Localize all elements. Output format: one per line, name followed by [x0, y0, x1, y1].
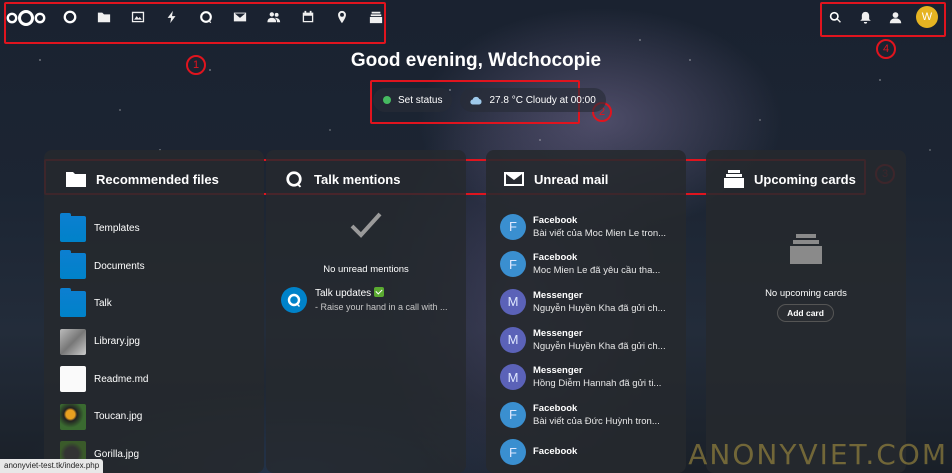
- unread-mail-panel: Unread mail F Facebook Bài viết của Moc M…: [486, 150, 686, 473]
- set-status-button[interactable]: Set status: [373, 88, 453, 112]
- status-row: Set status 27.8 °C Cloudy at 00:00: [373, 88, 606, 112]
- mail-icon: [504, 172, 524, 186]
- mail-item[interactable]: F Facebook: [500, 434, 686, 472]
- mail-item[interactable]: M Messenger Nguyễn Huyền Kha đã gửi ch...: [500, 283, 686, 321]
- talk-item-subtitle: - Raise your hand in a call with ...: [315, 302, 448, 312]
- mail-subject: Bài viết của Moc Mien Le tron...: [533, 227, 667, 239]
- sender-avatar: F: [500, 401, 526, 428]
- mail-sender: Messenger: [533, 289, 583, 301]
- mail-sender: Facebook: [533, 252, 578, 264]
- talk-mentions-title: Talk mentions: [314, 171, 401, 187]
- file-name: Documents: [94, 260, 145, 272]
- mail-item[interactable]: F Facebook Bài viết của Moc Mien Le tron.…: [500, 208, 686, 246]
- mail-item[interactable]: M Messenger Hồng Diễm Hannah đã gửi ti...: [500, 358, 686, 396]
- watermark: ANONYVIET.COM: [688, 438, 948, 471]
- mail-sender: Messenger: [533, 327, 583, 339]
- sender-avatar: F: [500, 251, 526, 278]
- deck-empty-icon: [790, 234, 822, 264]
- mail-subject: Moc Mien Le đã yêu cầu tha...: [533, 265, 661, 277]
- annotation-box-4: [820, 2, 946, 37]
- file-name: Readme.md: [94, 373, 149, 385]
- folder-icon: [60, 250, 86, 280]
- file-name: Templates: [94, 223, 140, 235]
- recommended-files-header: Recommended files: [66, 170, 219, 188]
- mail-subject: Nguyễn Huyền Kha đã gửi ch...: [533, 302, 666, 314]
- sender-avatar: F: [500, 213, 526, 240]
- mail-item[interactable]: F Facebook Moc Mien Le đã yêu cầu tha...: [500, 246, 686, 284]
- weather-label: 27.8 °C Cloudy at 00:00: [489, 94, 596, 106]
- file-item[interactable]: Readme.md: [60, 360, 250, 398]
- sender-avatar: M: [500, 364, 526, 391]
- mail-subject: Nguyễn Huyền Kha đã gửi ch...: [533, 340, 666, 352]
- sender-avatar: F: [500, 439, 526, 466]
- file-item[interactable]: Toucan.jpg: [60, 398, 250, 436]
- mail-subject: Hồng Diễm Hannah đã gửi ti...: [533, 378, 662, 390]
- mail-sender: Facebook: [533, 445, 578, 457]
- status-bar-url: anonyviet-test.tk/index.php: [0, 459, 104, 473]
- file-item[interactable]: Talk: [60, 285, 250, 323]
- set-status-label: Set status: [398, 94, 443, 106]
- file-item[interactable]: Templates: [60, 210, 250, 248]
- upcoming-cards-header: Upcoming cards: [724, 170, 856, 188]
- mail-sender: Facebook: [533, 214, 578, 226]
- text-file-thumbnail: [60, 366, 86, 393]
- sender-avatar: M: [500, 326, 526, 353]
- image-thumbnail: [60, 328, 86, 355]
- annotation-box-1: [4, 2, 386, 44]
- no-cards-text: No upcoming cards: [765, 288, 847, 299]
- image-thumbnail: [60, 403, 86, 430]
- file-item[interactable]: Library.jpg: [60, 323, 250, 361]
- file-item[interactable]: Documents: [60, 248, 250, 286]
- online-status-icon: [383, 96, 391, 104]
- recommended-files-panel: Recommended files Templates Documents Ta…: [44, 150, 264, 473]
- talk-avatar-icon: [281, 287, 307, 313]
- talk-conversation-item[interactable]: Talk updates - Raise your hand in a call…: [281, 287, 448, 313]
- mail-sender: Messenger: [533, 365, 583, 377]
- upcoming-cards-title: Upcoming cards: [754, 171, 856, 187]
- upcoming-cards-panel: Upcoming cards No upcoming cards Add car…: [706, 150, 906, 473]
- unread-mail-header: Unread mail: [504, 170, 608, 188]
- talk-icon: [286, 171, 302, 188]
- file-name: Library.jpg: [94, 336, 140, 348]
- mail-item[interactable]: F Facebook Bài viết của Đức Huỳnh tron...: [500, 396, 686, 434]
- file-name: Talk: [94, 298, 112, 310]
- checkbox-emoji-icon: [374, 287, 385, 297]
- mail-list: F Facebook Bài viết của Moc Mien Le tron.…: [500, 208, 686, 471]
- talk-item-title: Talk updates: [315, 288, 372, 299]
- talk-mentions-header: Talk mentions: [284, 170, 400, 188]
- folder-icon: [60, 287, 86, 317]
- add-card-button[interactable]: Add card: [777, 304, 834, 322]
- recommended-files-title: Recommended files: [96, 171, 219, 187]
- folder-icon: [66, 172, 86, 187]
- no-mentions-text: No unread mentions: [323, 264, 409, 275]
- mail-item[interactable]: M Messenger Nguyễn Huyền Kha đã gửi ch...: [500, 321, 686, 359]
- talk-mentions-panel: Talk mentions No unread mentions Talk up…: [266, 150, 466, 473]
- weather-status-button[interactable]: 27.8 °C Cloudy at 00:00: [460, 88, 606, 112]
- deck-icon: [724, 170, 744, 188]
- folder-icon: [60, 212, 86, 242]
- mail-subject: Bài viết của Đức Huỳnh tron...: [533, 415, 660, 427]
- cloud-icon: [470, 96, 482, 105]
- file-name: Toucan.jpg: [94, 411, 143, 423]
- mail-sender: Facebook: [533, 402, 578, 414]
- checkmark-icon: [350, 212, 382, 238]
- sender-avatar: M: [500, 288, 526, 315]
- greeting-title: Good evening, Wdchocopie: [350, 50, 602, 71]
- unread-mail-title: Unread mail: [534, 171, 609, 187]
- file-list: Templates Documents Talk Library.jpg Rea…: [60, 210, 250, 473]
